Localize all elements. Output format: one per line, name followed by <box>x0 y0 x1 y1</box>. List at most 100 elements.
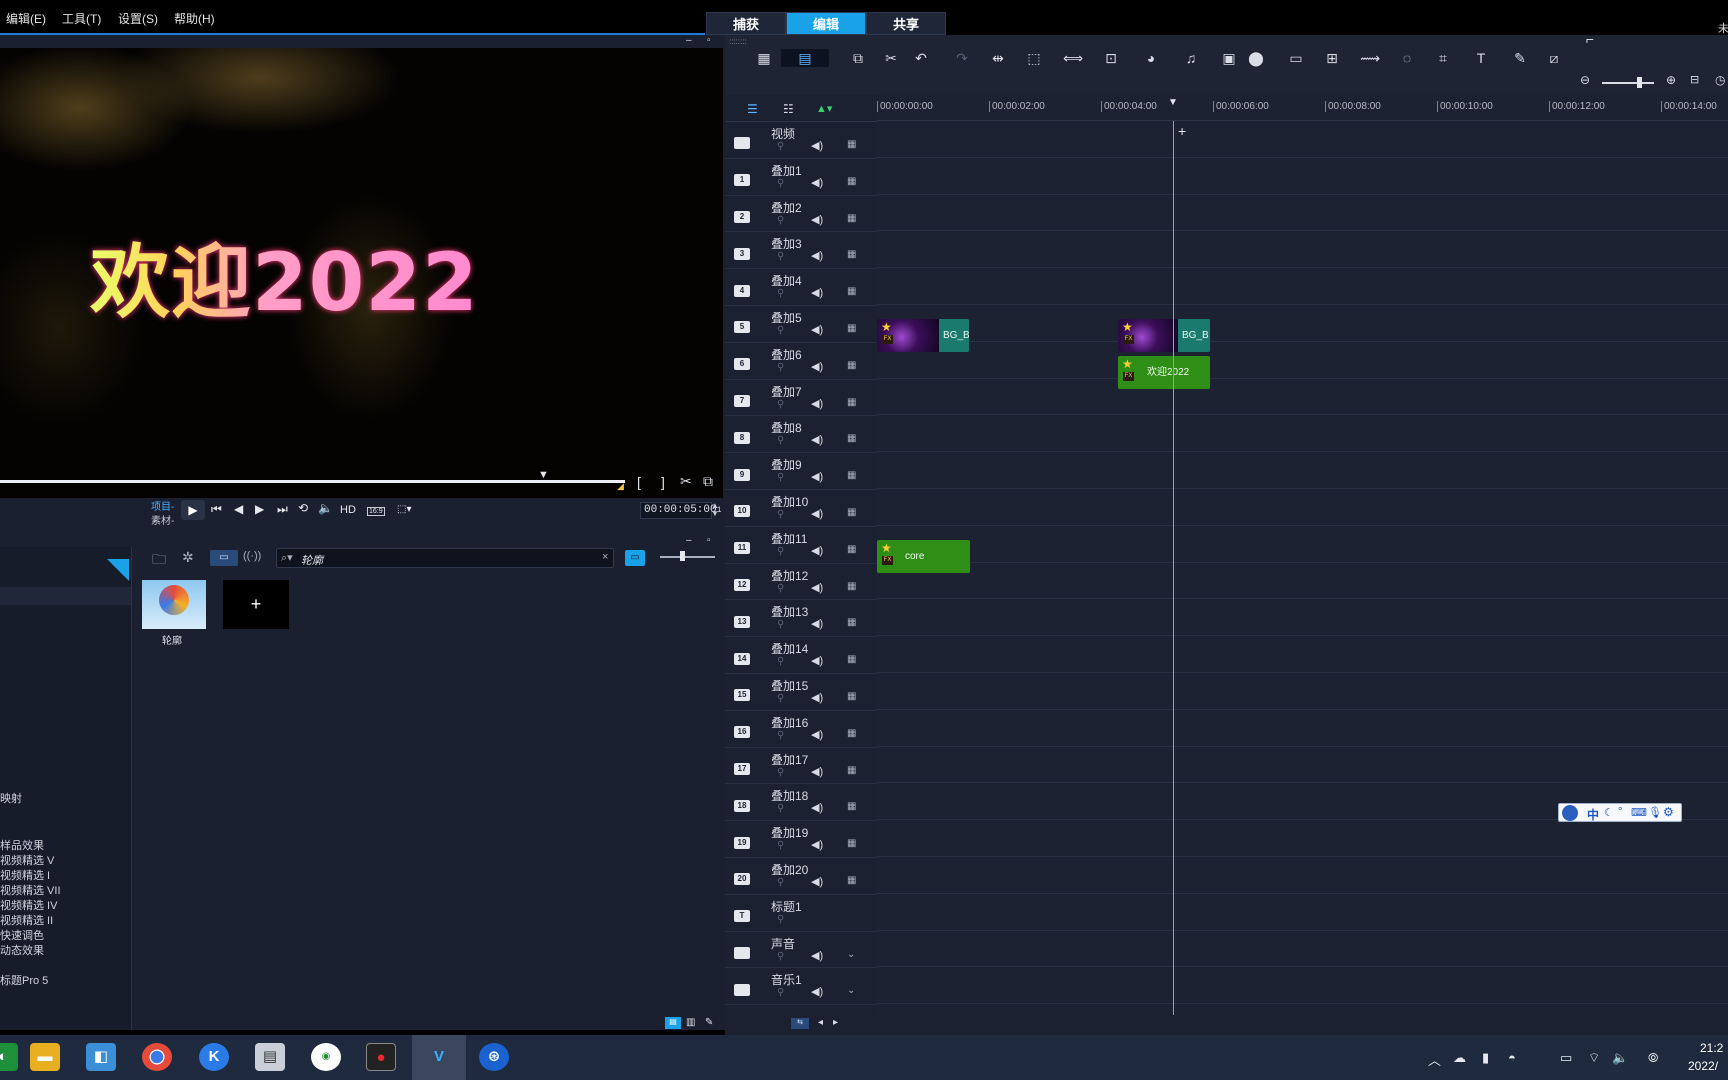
audio-wave-icon[interactable]: ♫ <box>1180 49 1202 67</box>
track-volume-icon[interactable]: ◀) <box>811 985 823 998</box>
scroll-right-icon[interactable]: ▸ <box>833 1017 838 1028</box>
zoom-slider[interactable] <box>1602 82 1654 84</box>
link-icon[interactable]: ⚲ <box>777 987 784 998</box>
mark-out-icon[interactable]: ] <box>661 474 665 490</box>
track-grid-icon[interactable]: ▦ <box>847 323 856 334</box>
motion-track-icon[interactable]: ◌ <box>1396 49 1418 67</box>
link-icon[interactable]: ⚲ <box>777 288 784 299</box>
chrome-icon[interactable] <box>142 1043 172 1071</box>
track-lane[interactable] <box>877 820 1728 857</box>
track-grid-icon[interactable]: ▦ <box>847 654 856 665</box>
crop-dropdown-icon[interactable]: ⬚▾ <box>397 504 411 515</box>
track-grid-icon[interactable]: ▦ <box>847 139 856 150</box>
track-volume-icon[interactable]: ◀) <box>811 139 823 152</box>
subtitle-icon[interactable]: ▭ <box>1285 49 1307 67</box>
playhead-marker-icon[interactable]: ▼ <box>1168 97 1178 108</box>
track-grid-icon[interactable]: ▦ <box>847 765 856 776</box>
zoom-out-icon[interactable]: ⊖ <box>1580 73 1590 87</box>
link-icon[interactable]: ⚲ <box>777 693 784 704</box>
play-button[interactable]: ▶ <box>181 500 205 520</box>
category-item[interactable]: 视频精选 V <box>0 852 54 868</box>
track-header[interactable]: 8 叠加8 ⚲ ◀) ▦ <box>725 416 877 454</box>
track-lane[interactable] <box>877 268 1728 305</box>
track-grid-icon[interactable]: ▦ <box>847 728 856 739</box>
ime-punct-icon[interactable]: ° <box>1618 806 1622 818</box>
track-lane[interactable] <box>877 342 1728 379</box>
track-header[interactable]: 11 叠加11 ⚲ ◀) ▦ <box>725 527 877 564</box>
track-volume-icon[interactable]: ◀) <box>811 765 823 778</box>
link-icon[interactable]: ⚲ <box>777 730 784 741</box>
link-icon[interactable]: ⚲ <box>777 656 784 667</box>
search-box[interactable]: ⌕▾ 轮廓 × <box>276 548 614 568</box>
expand-icon[interactable]: ⌄ <box>847 949 855 960</box>
track-lane[interactable] <box>877 452 1728 489</box>
track-header[interactable]: 5 叠加5 ⚲ ◀) ▦ <box>725 306 877 343</box>
link-icon[interactable]: ⚲ <box>777 840 784 851</box>
track-header[interactable]: 16 叠加16 ⚲ ◀) ▦ <box>725 711 877 748</box>
search-input[interactable]: 轮廓 <box>301 552 323 568</box>
transform-icon[interactable]: ⊡ <box>1100 49 1122 67</box>
track-header[interactable]: 10 叠加10 ⚲ ◀) ▦ <box>725 490 877 527</box>
category-item[interactable]: 映射 <box>0 790 22 806</box>
link-icon[interactable]: ⚲ <box>777 914 784 925</box>
motion-icon[interactable]: ⬤ <box>1245 49 1267 67</box>
track-grid-icon[interactable]: ▦ <box>847 397 856 408</box>
clock-icon[interactable]: ◷ <box>1715 73 1725 87</box>
link-icon[interactable]: ⚲ <box>777 767 784 778</box>
mask-icon[interactable]: ▣ <box>1218 49 1240 67</box>
track-volume-icon[interactable]: ◀) <box>811 397 823 410</box>
expand-icon[interactable]: ⌄ <box>847 985 855 996</box>
track-grid-icon[interactable]: ▦ <box>847 433 856 444</box>
track-volume-icon[interactable]: ◀) <box>811 176 823 189</box>
track-lane[interactable] <box>877 526 1728 563</box>
track-lane[interactable] <box>877 857 1728 894</box>
go-start-icon[interactable]: ⏮ <box>211 502 222 517</box>
copy-icon[interactable]: ⧉ <box>847 49 869 67</box>
category-item[interactable]: 视频精选 VII <box>0 882 61 898</box>
scroll-left-icon[interactable]: ◂ <box>818 1017 823 1028</box>
track-grid-icon[interactable]: ▦ <box>847 691 856 702</box>
track-header[interactable]: T 标题1 ⚲ <box>725 895 877 932</box>
track-volume-icon[interactable]: ◀) <box>811 544 823 557</box>
track-grid-icon[interactable]: ▦ <box>847 249 856 260</box>
track-volume-icon[interactable]: ◀) <box>811 581 823 594</box>
ime-moon-icon[interactable]: ☾ <box>1604 806 1614 819</box>
mark-in-icon[interactable]: [ <box>637 474 641 490</box>
audio-filter-icon[interactable]: ((·)) <box>243 550 261 562</box>
zoom-in-icon[interactable]: ⊕ <box>1666 73 1676 87</box>
color-icon[interactable]: ◕ <box>1140 49 1162 67</box>
link-icon[interactable]: ⚲ <box>777 362 784 373</box>
track-lane[interactable] <box>877 599 1728 637</box>
clipboard-icon[interactable]: ▤ <box>255 1043 285 1071</box>
tab-capture[interactable]: 捕获 <box>706 12 786 35</box>
link-icon[interactable]: ⚲ <box>777 399 784 410</box>
track-header[interactable]: 18 叠加18 ⚲ ◀) ▦ <box>725 784 877 822</box>
app-round-icon[interactable]: ◉ <box>311 1043 341 1071</box>
crop-icon[interactable]: ⬚ <box>1023 49 1045 67</box>
link-icon[interactable]: ⚲ <box>777 877 784 888</box>
clip-bg-1[interactable]: ★ FX BG_B <box>877 319 969 352</box>
track-header[interactable]: 9 叠加9 ⚲ ◀) ▦ <box>725 453 877 490</box>
add-effect-icon[interactable]: ✲ <box>182 549 194 566</box>
multicam-icon[interactable]: ⊞ <box>1321 49 1343 67</box>
chapter-icon[interactable]: ☷ <box>783 102 794 116</box>
track-grid-icon[interactable]: ▦ <box>847 875 856 886</box>
tab-edit[interactable]: 编辑 <box>786 12 866 35</box>
split-clip-icon[interactable]: ✂ <box>680 473 692 490</box>
ime-mic-icon[interactable]: 🎙 <box>1648 806 1662 819</box>
menu-tools[interactable]: 工具(T) <box>62 10 101 27</box>
track-volume-icon[interactable]: ◀) <box>811 360 823 373</box>
track-volume-icon[interactable]: ◀) <box>811 801 823 814</box>
timecode-stepper-icon[interactable]: ▲ ▼ <box>711 502 719 518</box>
videostudio-icon[interactable]: V <box>424 1043 454 1071</box>
add-effect-button[interactable]: + <box>223 580 289 629</box>
speaker-icon[interactable]: 🔈 <box>1612 1050 1628 1066</box>
link-icon[interactable]: ⚲ <box>777 141 784 152</box>
track-header[interactable]: 14 叠加14 ⚲ ◀) ▦ <box>725 637 877 674</box>
qq-icon[interactable]: ◓ <box>1508 1050 1516 1065</box>
track-header[interactable]: 13 叠加13 ⚲ ◀) ▦ <box>725 600 877 638</box>
battery-icon[interactable]: ▭ <box>1560 1050 1572 1066</box>
link-icon[interactable]: ⚲ <box>777 803 784 814</box>
track-lane[interactable] <box>877 158 1728 195</box>
link-icon[interactable]: ⚲ <box>777 951 784 962</box>
